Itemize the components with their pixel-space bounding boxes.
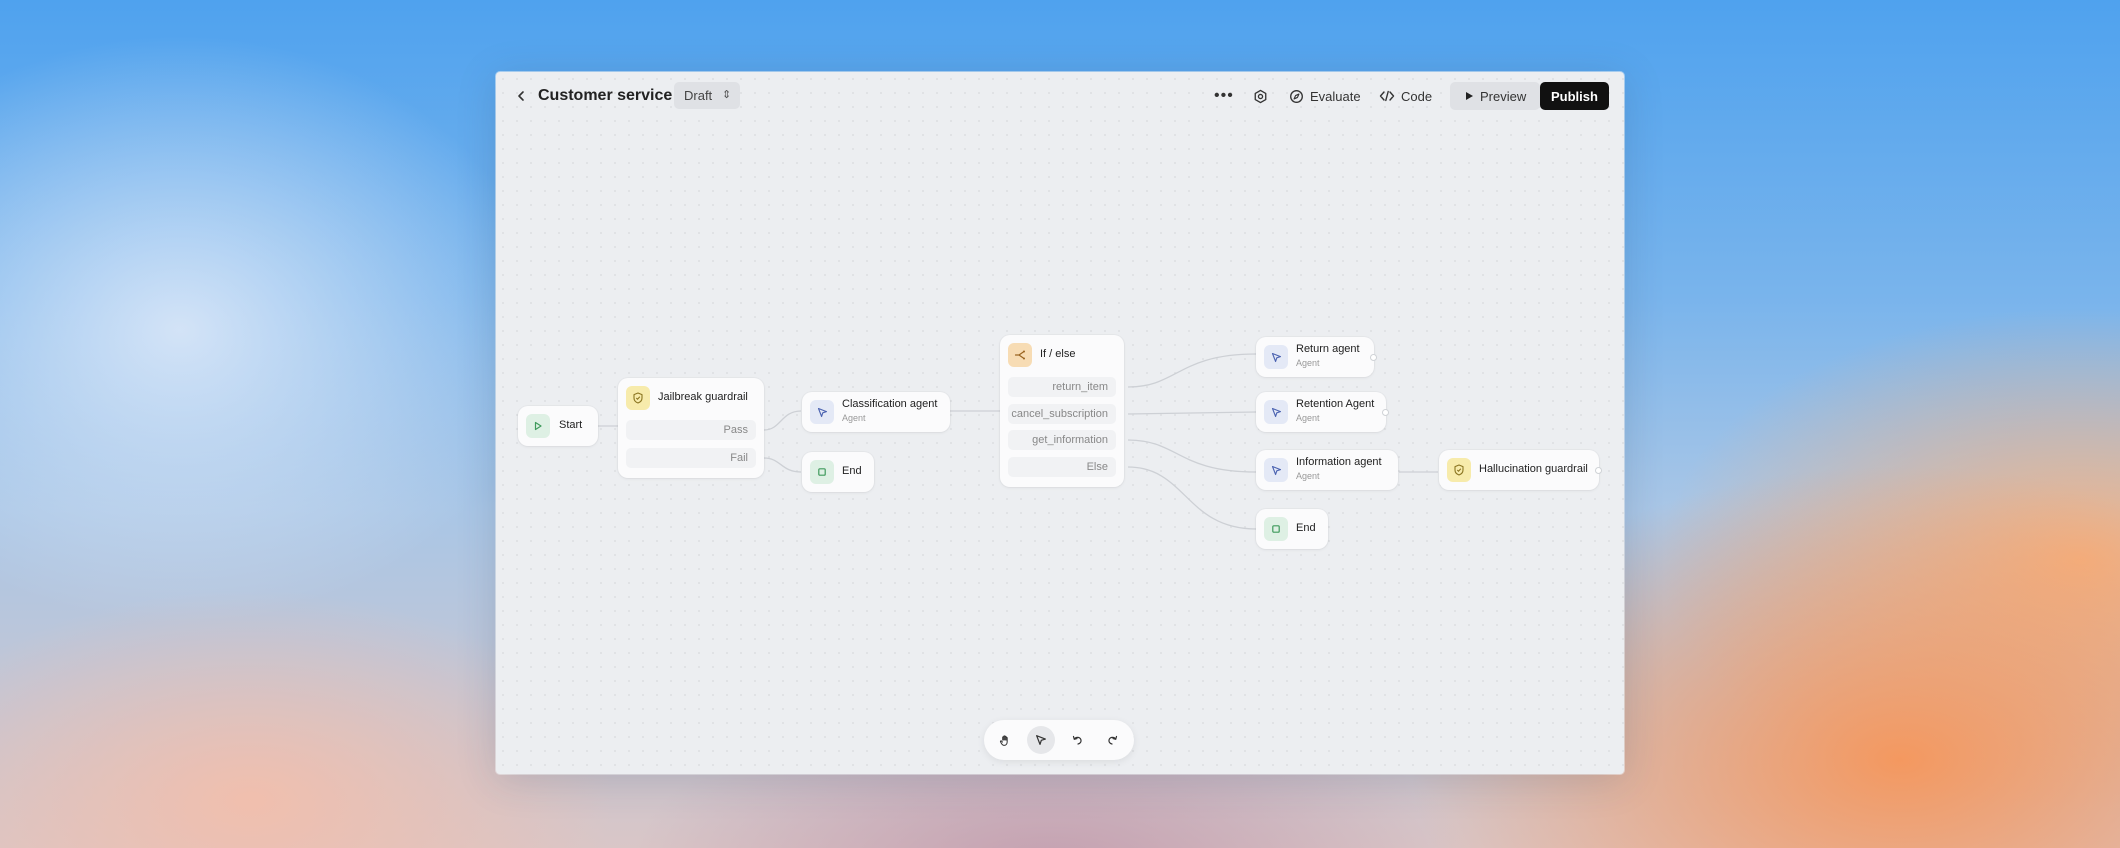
edge-cancel-subscription bbox=[1127, 411, 1257, 415]
output-port[interactable] bbox=[1382, 409, 1389, 416]
shield-icon bbox=[633, 392, 643, 404]
pointer-icon bbox=[1271, 352, 1281, 362]
node-label: Return agent bbox=[1296, 343, 1360, 355]
node-information-agent[interactable]: Information agent Agent bbox=[1256, 450, 1398, 490]
node-sublabel: Agent bbox=[1296, 471, 1320, 481]
node-start[interactable]: Start bbox=[518, 406, 598, 446]
agent-node-icon bbox=[1264, 458, 1288, 482]
node-jailbreak-guardrail[interactable]: Jailbreak guardrail Pass Fail bbox=[618, 378, 764, 478]
output-cancel-subscription: cancel_subscription bbox=[1008, 404, 1116, 424]
ifelse-node-icon bbox=[1008, 343, 1032, 367]
start-node-icon bbox=[526, 414, 550, 438]
play-icon bbox=[534, 421, 542, 431]
output-port[interactable] bbox=[1370, 354, 1377, 361]
node-label: End bbox=[1296, 522, 1316, 534]
select-tool-button[interactable] bbox=[1027, 726, 1055, 754]
canvas-toolbar bbox=[984, 720, 1134, 760]
node-label: Information agent bbox=[1296, 456, 1382, 468]
edge-return-item bbox=[1127, 353, 1257, 388]
redo-button[interactable] bbox=[1099, 726, 1127, 754]
node-classification-agent[interactable]: Classification agent Agent bbox=[802, 392, 950, 432]
node-label: Classification agent bbox=[842, 398, 938, 410]
node-return-agent[interactable]: Return agent Agent bbox=[1256, 337, 1377, 377]
node-label: End bbox=[842, 465, 862, 477]
edge-else bbox=[1127, 466, 1257, 530]
node-end[interactable]: End bbox=[1256, 509, 1328, 549]
agent-node-icon bbox=[810, 400, 834, 424]
node-label: Start bbox=[559, 419, 583, 431]
node-sublabel: Agent bbox=[1296, 358, 1320, 368]
pointer-icon bbox=[1036, 735, 1046, 745]
node-label: If / else bbox=[1040, 348, 1076, 360]
edge-get-information bbox=[1127, 439, 1257, 473]
node-end[interactable]: End bbox=[802, 452, 874, 492]
shield-icon bbox=[1454, 464, 1464, 476]
pointer-icon bbox=[817, 407, 827, 417]
node-label: Jailbreak guardrail bbox=[658, 391, 748, 403]
node-label: Hallucination guardrail bbox=[1479, 463, 1588, 475]
pointer-icon bbox=[1271, 465, 1281, 475]
output-get-information: get_information bbox=[1008, 430, 1116, 450]
undo-icon bbox=[1072, 735, 1082, 745]
node-retention-agent[interactable]: Retention Agent Agent bbox=[1256, 392, 1389, 432]
end-node-icon bbox=[810, 460, 834, 484]
hand-icon bbox=[999, 734, 1008, 746]
redo-icon bbox=[1108, 735, 1118, 745]
output-return-item: return_item bbox=[1008, 377, 1116, 397]
pan-tool-button[interactable] bbox=[991, 726, 1019, 754]
workflow-window: Customer service Draft ⇕ ••• Evaluate Co… bbox=[496, 72, 1624, 774]
agent-node-icon bbox=[1264, 400, 1288, 424]
pointer-icon bbox=[1271, 407, 1281, 417]
guardrail-node-icon bbox=[1447, 458, 1471, 482]
output-port[interactable] bbox=[1595, 467, 1602, 474]
output-fail: Fail bbox=[626, 448, 756, 468]
guardrail-node-icon bbox=[626, 386, 650, 410]
output-else: Else bbox=[1008, 457, 1116, 477]
branch-icon bbox=[1014, 350, 1025, 360]
stop-icon bbox=[818, 468, 826, 476]
end-node-icon bbox=[1264, 517, 1288, 541]
node-hallucination-guardrail[interactable]: Hallucination guardrail bbox=[1439, 450, 1602, 490]
undo-button[interactable] bbox=[1063, 726, 1091, 754]
stop-icon bbox=[1272, 525, 1280, 533]
node-sublabel: Agent bbox=[1296, 413, 1320, 423]
edge-pass-classification bbox=[763, 410, 802, 431]
node-label: Retention Agent bbox=[1296, 398, 1375, 410]
node-if-else[interactable]: If / else return_item cancel_subscriptio… bbox=[1000, 335, 1124, 487]
node-sublabel: Agent bbox=[842, 413, 866, 423]
output-pass: Pass bbox=[626, 420, 756, 440]
agent-node-icon bbox=[1264, 345, 1288, 369]
edge-fail-end bbox=[763, 457, 802, 473]
